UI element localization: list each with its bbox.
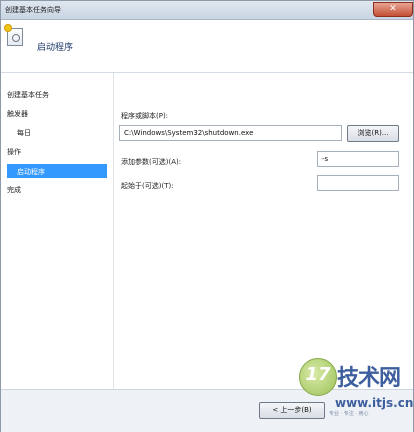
step-start-program: 启动程序 [7, 164, 107, 178]
program-label: 程序或脚本(P): [121, 112, 169, 120]
arguments-input[interactable]: -s [317, 151, 399, 167]
page-title: 启动程序 [37, 43, 74, 53]
step-create-basic-task: 创建基本任务 [7, 91, 49, 99]
watermark-tagline: 专业 · 专注 · 用心 [329, 411, 369, 417]
program-path-value: C:\Windows\System32\shutdown.exe [124, 129, 254, 137]
watermark-badge: 17 [305, 364, 331, 385]
wizard-window: 创建基本任务向导 ✕ 启动程序 创建基本任务 触发器 每日 操作 启动程序 完成… [0, 0, 414, 432]
watermark-logo-icon: 17 [299, 358, 337, 396]
watermark-url: www.itjs.cn [335, 396, 414, 410]
step-finish: 完成 [7, 186, 21, 194]
window-title: 创建基本任务向导 [5, 6, 61, 14]
close-button[interactable]: ✕ [373, 2, 413, 17]
program-path-input[interactable]: C:\Windows\System32\shutdown.exe [119, 125, 342, 141]
task-scheduler-icon [5, 25, 23, 46]
site-watermark: 17 技术网 www.itjs.cn 专业 · 专注 · 用心 [299, 356, 413, 417]
wizard-steps-sidebar: 创建基本任务 触发器 每日 操作 启动程序 完成 [1, 73, 114, 429]
close-icon: ✕ [389, 4, 397, 14]
start-in-label: 起始于(可选)(T): [121, 182, 174, 190]
start-in-input[interactable] [317, 175, 399, 191]
step-action: 操作 [7, 148, 21, 156]
step-start-program-label: 启动程序 [17, 168, 45, 176]
watermark-name: 技术网 [337, 366, 401, 391]
title-bar: 创建基本任务向导 ✕ [1, 1, 413, 20]
arguments-label: 添加参数(可选)(A): [121, 158, 182, 166]
step-daily: 每日 [17, 129, 31, 137]
wizard-header: 启动程序 [1, 20, 413, 73]
browse-button[interactable]: 浏览(R)... [347, 125, 399, 142]
arguments-value: -s [322, 155, 329, 163]
step-trigger: 触发器 [7, 110, 28, 118]
